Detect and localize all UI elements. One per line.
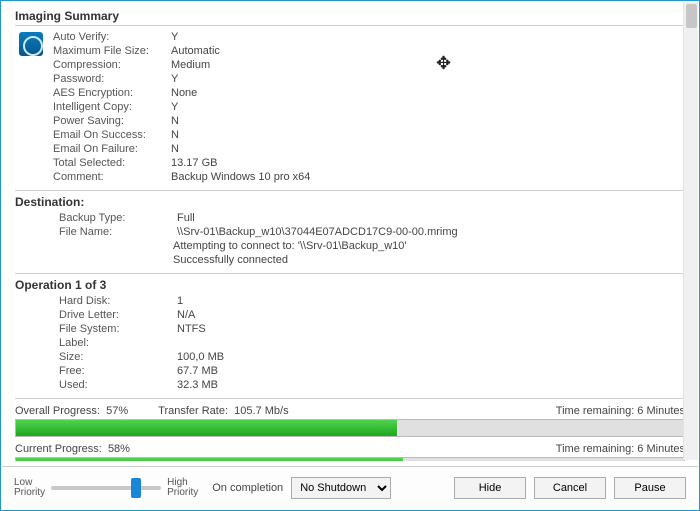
current-progress-row: Current Progress: 58% Time remaining: 6 … <box>15 443 685 455</box>
label: Hard Disk: <box>59 294 169 308</box>
divider <box>15 273 685 274</box>
value: 67.7 MB <box>177 364 685 378</box>
value: Medium <box>171 58 310 72</box>
value: Automatic <box>171 44 310 58</box>
connect-attempt-msg: Attempting to connect to: '\\Srv-01\Back… <box>173 239 685 253</box>
hide-button[interactable]: Hide <box>454 477 526 499</box>
label: Used: <box>59 378 169 392</box>
vertical-scrollbar[interactable] <box>683 2 698 460</box>
on-completion-select[interactable]: No Shutdown <box>291 477 391 499</box>
value: Full <box>177 211 685 225</box>
label: Email On Success: <box>53 128 163 142</box>
value: Y <box>171 30 310 44</box>
divider <box>15 25 685 26</box>
priority-slider[interactable] <box>51 486 161 490</box>
destination-title: Destination: <box>15 195 685 209</box>
operation-kv: Hard Disk: 1 Drive Letter: N/A File System… <box>59 294 685 392</box>
overall-progress-bar <box>15 419 685 437</box>
scrollbar-thumb[interactable] <box>686 4 697 28</box>
overall-progress-label: Overall Progress: <box>15 405 100 417</box>
label: Password: <box>53 72 163 86</box>
summary-kv: Auto Verify: Y Maximum File Size: Automati… <box>53 30 310 184</box>
label: File System: <box>59 322 169 336</box>
label: Maximum File Size: <box>53 44 163 58</box>
transfer-rate-value: 105.7 Mb/s <box>234 405 288 417</box>
label: Email On Failure: <box>53 142 163 156</box>
value: 13.17 GB <box>171 156 310 170</box>
value: Y <box>171 100 310 114</box>
overall-progress-fill <box>16 420 397 436</box>
label: Label: <box>59 336 169 350</box>
value: None <box>171 86 310 100</box>
value: Backup Windows 10 pro x64 <box>171 170 310 184</box>
value: 100,0 MB <box>177 350 685 364</box>
value <box>177 336 685 350</box>
label: Backup Type: <box>59 211 169 225</box>
operation-title: Operation 1 of 3 <box>15 278 685 292</box>
current-progress-fill <box>16 458 403 461</box>
overall-time-remaining: Time remaining: 6 Minutes <box>556 405 685 417</box>
value: N <box>171 114 310 128</box>
imaging-summary-title: Imaging Summary <box>15 9 685 23</box>
main-content: Imaging Summary Auto Verify: Y Maximum Fi… <box>1 1 699 461</box>
transfer-rate-label: Transfer Rate: <box>158 405 228 417</box>
cancel-button[interactable]: Cancel <box>534 477 606 499</box>
priority-slider-group: LowPriority HighPriority <box>14 478 198 498</box>
label: Compression: <box>53 58 163 72</box>
divider <box>15 398 685 399</box>
value: NTFS <box>177 322 685 336</box>
footer-bar: LowPriority HighPriority On completion N… <box>2 466 698 509</box>
current-progress-label: Current Progress: <box>15 443 102 455</box>
value: N <box>171 128 310 142</box>
label: Comment: <box>53 170 163 184</box>
value: N <box>171 142 310 156</box>
overall-progress-row: Overall Progress: 57% Transfer Rate: 105… <box>15 405 685 417</box>
pause-button[interactable]: Pause <box>614 477 686 499</box>
disk-icon <box>19 32 43 56</box>
overall-progress-pct: 57% <box>106 405 128 417</box>
value: 32.3 MB <box>177 378 685 392</box>
value: N/A <box>177 308 685 322</box>
current-time-remaining: Time remaining: 6 Minutes <box>556 443 685 455</box>
label: Free: <box>59 364 169 378</box>
label: Total Selected: <box>53 156 163 170</box>
destination-kv: Backup Type: Full File Name: \\Srv-01\Back… <box>59 211 685 239</box>
label: Drive Letter: <box>59 308 169 322</box>
label: Intelligent Copy: <box>53 100 163 114</box>
label: Size: <box>59 350 169 364</box>
on-completion-label: On completion <box>212 482 283 494</box>
current-progress-pct: 58% <box>108 443 130 455</box>
label: File Name: <box>59 225 169 239</box>
value: Y <box>171 72 310 86</box>
label: AES Encryption: <box>53 86 163 100</box>
value: 1 <box>177 294 685 308</box>
label: Power Saving: <box>53 114 163 128</box>
value: \\Srv-01\Backup_w10\37044E07ADCD17C9-00-… <box>177 225 685 239</box>
label: Auto Verify: <box>53 30 163 44</box>
connect-success-msg: Successfully connected <box>173 253 685 267</box>
low-priority-label: LowPriority <box>14 478 45 498</box>
current-progress-bar <box>15 457 685 461</box>
divider <box>15 190 685 191</box>
high-priority-label: HighPriority <box>167 478 198 498</box>
summary-block: Auto Verify: Y Maximum File Size: Automati… <box>15 30 685 184</box>
